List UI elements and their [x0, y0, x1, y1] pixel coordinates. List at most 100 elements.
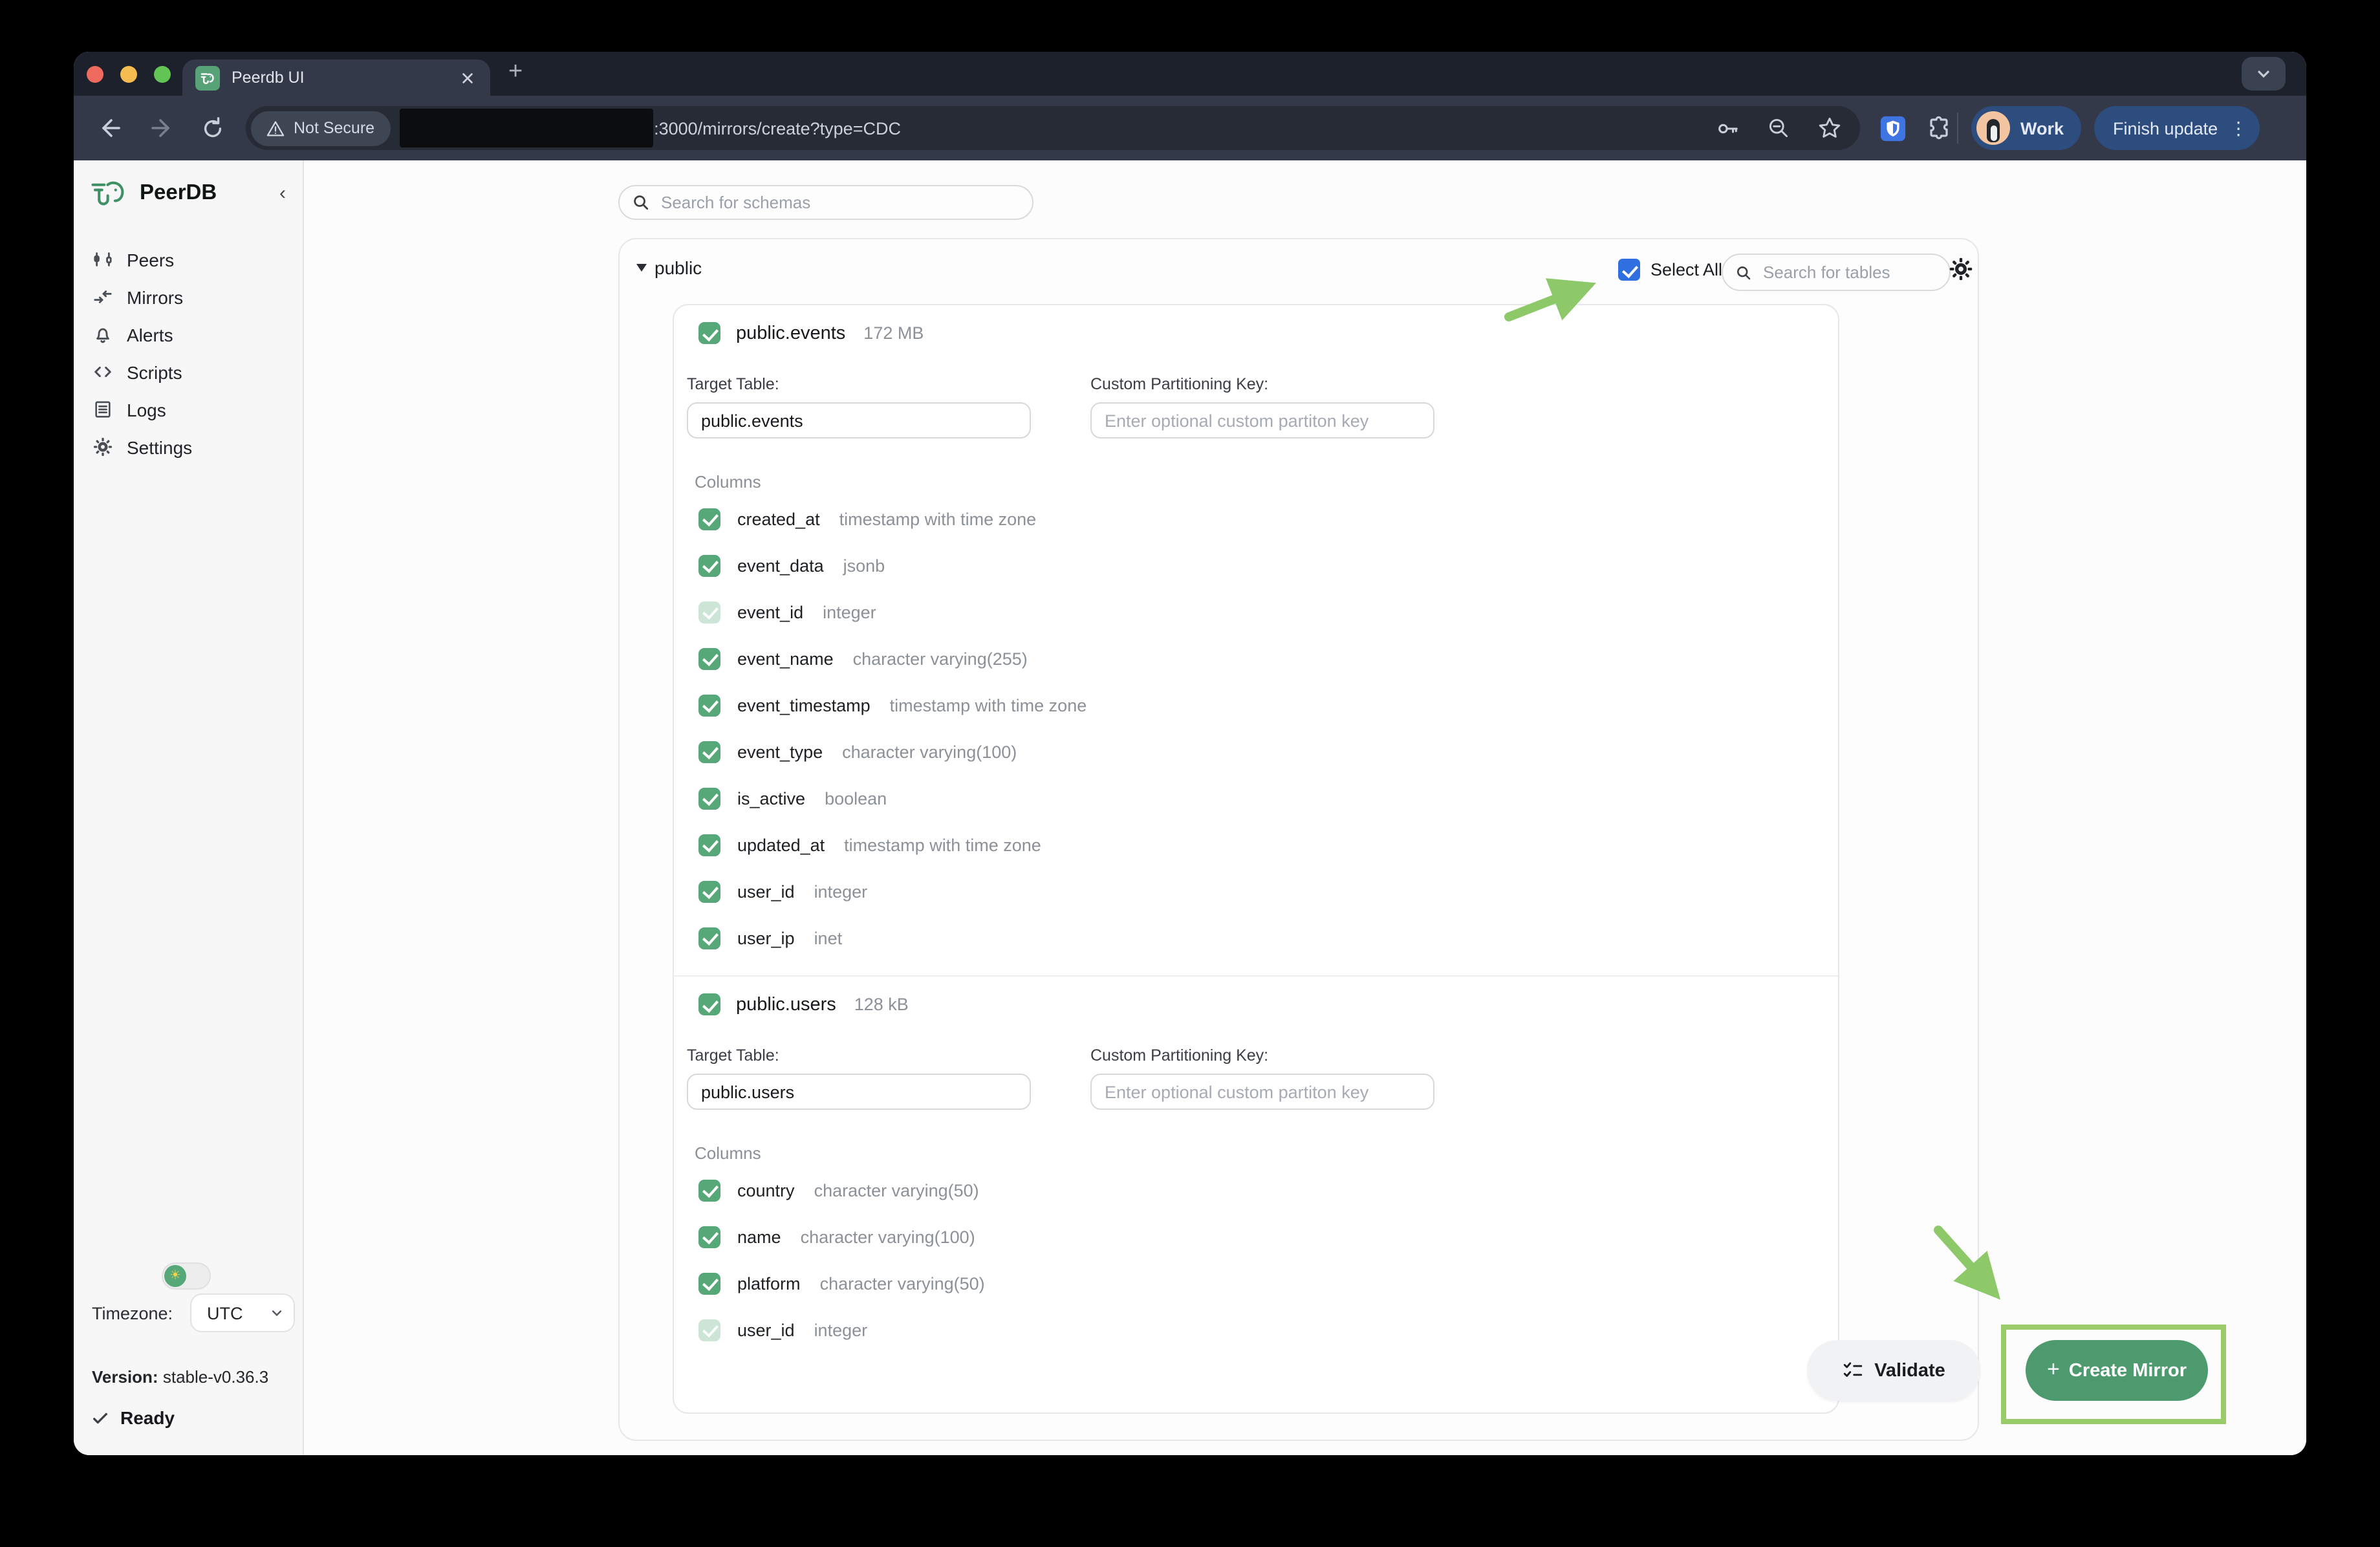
column-checkbox[interactable] — [698, 880, 720, 902]
profile-label: Work — [2020, 118, 2064, 138]
schema-search-input[interactable] — [658, 191, 1032, 213]
target-table-label: Target Table: — [687, 375, 1031, 393]
table-size: 172 MB — [863, 323, 924, 343]
peerdb-favicon — [195, 65, 220, 90]
expander-triangle-icon — [636, 264, 647, 272]
column-checkbox[interactable] — [698, 1226, 720, 1248]
partition-key-input[interactable] — [1090, 1074, 1434, 1110]
select-all-checkbox[interactable] — [1618, 259, 1640, 281]
schema-expander[interactable]: public — [636, 257, 702, 278]
minimize-window-button[interactable] — [120, 66, 137, 83]
status-badge: Ready — [120, 1407, 175, 1428]
browser-tab[interactable]: Peerdb UI — [182, 60, 490, 96]
partition-key-input[interactable] — [1090, 402, 1434, 438]
validate-button[interactable]: Validate — [1807, 1340, 1980, 1401]
back-icon[interactable] — [97, 115, 123, 141]
tab-title: Peerdb UI — [232, 69, 458, 87]
columns-header: Columns — [695, 1143, 1838, 1163]
window-controls — [87, 66, 171, 83]
target-table-input[interactable] — [687, 1074, 1031, 1110]
sidebar-item-mirrors[interactable]: Mirrors — [74, 278, 303, 316]
table-search[interactable] — [1722, 254, 1951, 291]
column-row: user_idinteger — [674, 868, 1838, 914]
bookmark-star-icon[interactable] — [1817, 116, 1842, 140]
schema-card: public Select All — [618, 238, 1979, 1441]
chevron-down-icon — [270, 1306, 283, 1319]
select-all-label: Select All — [1650, 260, 1722, 279]
close-window-button[interactable] — [87, 66, 103, 83]
bell-icon — [93, 325, 113, 344]
shield-extension-icon[interactable] — [1879, 114, 1907, 142]
column-row: event_timestamptimestamp with time zone — [674, 682, 1838, 728]
column-checkbox[interactable] — [698, 694, 720, 716]
sidebar-item-alerts[interactable]: Alerts — [74, 316, 303, 353]
columns-header: Columns — [695, 472, 1838, 492]
profile-chip[interactable]: Work — [1971, 106, 2081, 150]
table-checkbox[interactable] — [698, 322, 720, 344]
column-checkbox[interactable] — [698, 834, 720, 856]
zoom-out-icon[interactable] — [1767, 116, 1790, 140]
forward-icon[interactable] — [149, 115, 175, 141]
schema-search[interactable] — [618, 185, 1033, 220]
table-settings-gear-icon[interactable] — [1949, 257, 1973, 281]
tab-search-chevron-button[interactable] — [2242, 57, 2286, 91]
sidebar-item-settings[interactable]: Settings — [74, 428, 303, 466]
column-row: platformcharacter varying(50) — [674, 1260, 1838, 1306]
screenshot-stage: Peerdb UI + Not Secure :3000/mirror — [0, 0, 2380, 1547]
column-row: event_idinteger — [674, 589, 1838, 635]
sidebar-item-scripts[interactable]: Scripts — [74, 353, 303, 391]
column-row: user_idinteger — [674, 1306, 1838, 1353]
security-chip-label: Not Secure — [294, 119, 374, 137]
sidebar-nav: Peers Mirrors Alerts Scripts — [74, 241, 303, 466]
column-checkbox[interactable] — [698, 927, 720, 949]
column-checkbox[interactable] — [698, 1272, 720, 1294]
redacted-host — [399, 109, 653, 147]
target-table-input[interactable] — [687, 402, 1031, 438]
search-icon — [633, 194, 649, 211]
theme-toggle[interactable]: ☀ — [162, 1262, 211, 1290]
version-text: Version: stable-v0.36.3 — [92, 1367, 268, 1387]
browser-toolbar: Not Secure :3000/mirrors/create?type=CDC — [74, 96, 2306, 160]
tables-card: public.events 172 MB Target Table: Custo… — [673, 304, 1839, 1414]
sidebar: PeerDB ‹ Peers Mirrors Alerts — [74, 160, 304, 1455]
table-checkbox[interactable] — [698, 993, 720, 1015]
column-row: created_attimestamp with time zone — [674, 495, 1838, 542]
finish-update-button[interactable]: Finish update ⋮ — [2093, 106, 2259, 150]
create-mirror-button[interactable]: + Create Mirror — [2026, 1340, 2208, 1401]
select-all-control[interactable]: Select All — [1618, 259, 1722, 281]
column-checkbox[interactable] — [698, 1179, 720, 1201]
sidebar-item-peers[interactable]: Peers — [74, 241, 303, 278]
theme-toggle-sun-icon: ☀ — [164, 1265, 186, 1287]
reload-icon[interactable] — [200, 116, 225, 140]
sidebar-collapse-icon[interactable]: ‹ — [279, 182, 286, 204]
log-document-icon — [93, 400, 113, 419]
tab-close-icon[interactable] — [458, 68, 477, 87]
gear-icon — [93, 437, 113, 457]
plug-icon — [93, 250, 113, 269]
table-search-input[interactable] — [1760, 261, 1949, 283]
sidebar-item-logs[interactable]: Logs — [74, 391, 303, 428]
schema-name: public — [654, 257, 702, 278]
fullscreen-window-button[interactable] — [154, 66, 171, 83]
timezone-select[interactable]: UTC — [190, 1293, 295, 1332]
partition-key-label: Custom Partitioning Key: — [1090, 375, 1434, 393]
mirror-arrows-icon — [93, 287, 113, 307]
extensions-puzzle-icon[interactable] — [1926, 115, 1952, 141]
column-checkbox[interactable] — [698, 554, 720, 576]
column-checkbox[interactable] — [698, 741, 720, 763]
column-checkbox[interactable] — [698, 647, 720, 669]
plus-icon: + — [2047, 1357, 2060, 1383]
code-icon — [93, 362, 113, 382]
password-key-icon[interactable] — [1715, 116, 1740, 140]
column-checkbox[interactable] — [698, 787, 720, 809]
address-bar[interactable]: Not Secure :3000/mirrors/create?type=CDC — [246, 106, 1860, 150]
new-tab-button[interactable]: + — [508, 58, 523, 87]
toolbar-divider — [1957, 113, 1958, 144]
security-chip[interactable]: Not Secure — [251, 111, 390, 146]
column-checkbox[interactable] — [698, 508, 720, 530]
browser-menu-kebab-icon[interactable]: ⋮ — [2229, 119, 2247, 137]
column-row: countrycharacter varying(50) — [674, 1167, 1838, 1213]
partition-key-label: Custom Partitioning Key: — [1090, 1046, 1434, 1065]
table-row: public.events 172 MB — [674, 322, 1838, 344]
version-value: stable-v0.36.3 — [163, 1367, 268, 1387]
